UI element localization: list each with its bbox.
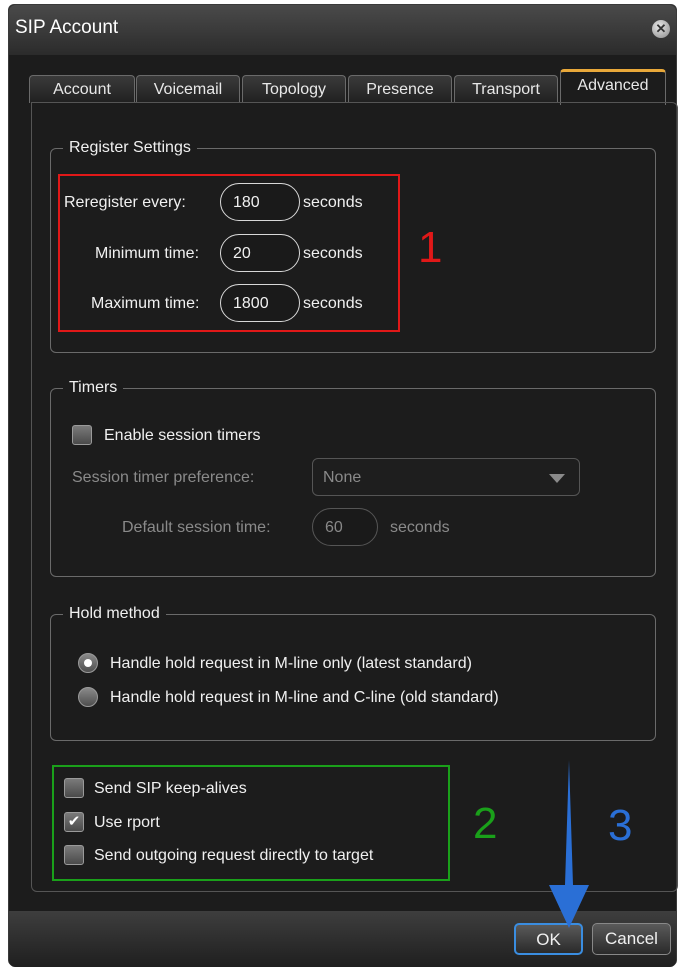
- annotation-number-1: 1: [418, 223, 443, 272]
- annotation-number-3: 3: [608, 801, 633, 850]
- hold-method-group: Hold method: [50, 605, 656, 741]
- tab-topology[interactable]: Topology: [242, 75, 346, 103]
- tab-presence[interactable]: Presence: [348, 75, 452, 103]
- default-session-time-unit: seconds: [390, 519, 450, 536]
- session-timer-preference-value: None: [323, 469, 362, 486]
- hold-mline-only-radio[interactable]: [78, 653, 98, 673]
- hold-mline-cline-label: Handle hold request in M-line and C-line…: [110, 689, 499, 706]
- tab-transport[interactable]: Transport: [454, 75, 558, 103]
- session-timer-preference-label: Session timer preference:: [72, 469, 255, 486]
- session-timer-preference-select[interactable]: None: [312, 458, 580, 496]
- annotation-arrow-icon: [549, 760, 589, 928]
- close-icon[interactable]: ✕: [652, 20, 670, 38]
- register-settings-legend: Register Settings: [69, 139, 191, 156]
- timers-legend: Timers: [69, 379, 118, 396]
- annotation-number-2: 2: [473, 799, 498, 848]
- radio-selected-dot: [84, 659, 92, 667]
- hold-method-legend: Hold method: [69, 605, 160, 622]
- default-session-time-input[interactable]: 60: [312, 508, 378, 546]
- hold-mline-only-label: Handle hold request in M-line only (late…: [110, 655, 472, 672]
- enable-session-timers-checkbox[interactable]: [72, 425, 92, 445]
- tab-account[interactable]: Account: [29, 75, 135, 103]
- sip-account-dialog: SIP Account ✕ Account Voicemail Topology…: [8, 4, 678, 967]
- title-bar: SIP Account ✕: [9, 5, 676, 55]
- enable-session-timers-label: Enable session timers: [104, 427, 261, 444]
- arrow-shape: [549, 760, 589, 928]
- annotation-box-1: [58, 174, 400, 332]
- annotation-box-2: [52, 765, 450, 881]
- hold-mline-cline-radio[interactable]: [78, 687, 98, 707]
- default-session-time-label: Default session time:: [122, 519, 271, 536]
- cancel-button[interactable]: Cancel: [592, 923, 671, 955]
- chevron-down-icon: [549, 474, 565, 483]
- tab-advanced[interactable]: Advanced: [560, 69, 666, 105]
- tab-voicemail[interactable]: Voicemail: [136, 75, 240, 103]
- dialog-title: SIP Account: [15, 17, 119, 38]
